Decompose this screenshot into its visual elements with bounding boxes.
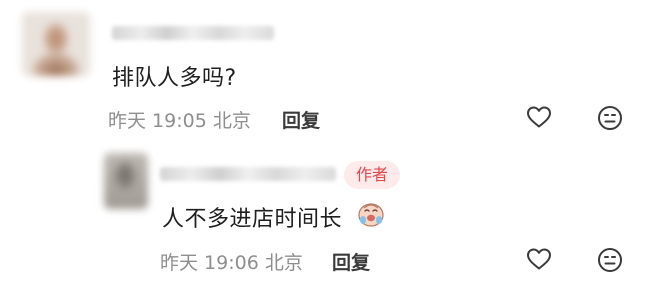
crying-face-emoji xyxy=(356,200,386,228)
heart-icon[interactable] xyxy=(526,247,552,271)
author-badge: 作者 xyxy=(344,161,400,189)
avatar[interactable] xyxy=(22,12,90,76)
neutral-face-icon[interactable] xyxy=(597,247,623,273)
username-redacted[interactable] xyxy=(112,26,274,40)
comment-timestamp: 昨天 19:05 北京 xyxy=(108,110,251,132)
reply-button[interactable]: 回复 xyxy=(332,248,370,275)
reply-button[interactable]: 回复 xyxy=(282,106,320,133)
comment-text: 排队人多吗? xyxy=(112,66,237,91)
neutral-face-icon[interactable] xyxy=(597,105,623,131)
avatar[interactable] xyxy=(104,153,148,209)
username-redacted[interactable] xyxy=(160,167,336,181)
comment-timestamp: 昨天 19:06 北京 xyxy=(160,252,303,274)
heart-icon[interactable] xyxy=(526,105,552,129)
comment-text: 人不多进店时间长 xyxy=(162,207,343,232)
